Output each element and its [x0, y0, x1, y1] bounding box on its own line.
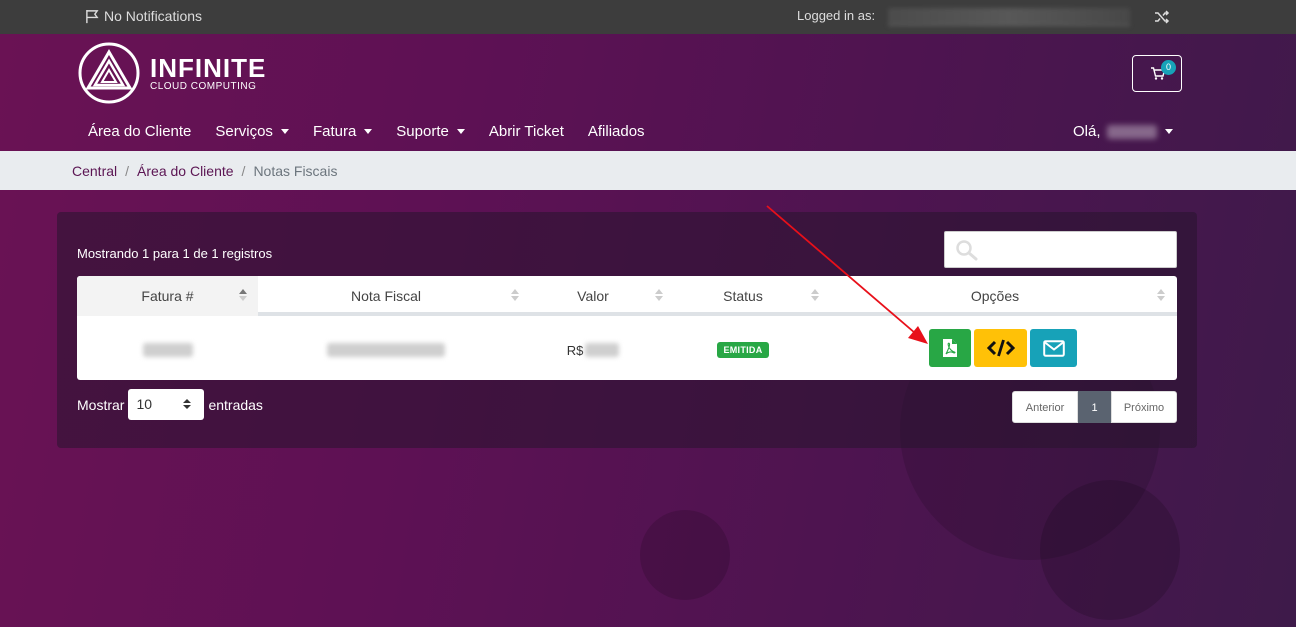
nav-item-affiliates[interactable]: Afiliados: [588, 123, 645, 140]
sort-asc-icon: [239, 289, 247, 303]
nav-item-label: Área do Cliente: [88, 123, 192, 140]
page-length-select[interactable]: 10: [128, 389, 205, 420]
pagination-next-button[interactable]: Próximo: [1111, 391, 1177, 423]
value-redacted: [585, 343, 620, 357]
logged-in-label: Logged in as:: [797, 8, 876, 23]
logged-in-user-redacted: [888, 8, 1130, 26]
nav-item-client-area[interactable]: Área do Cliente: [88, 123, 191, 140]
column-header-invoice[interactable]: Fatura #: [77, 276, 258, 316]
nav-item-label: Suporte: [396, 123, 449, 140]
brand-tagline: CLOUD COMPUTING: [150, 80, 257, 92]
search-input[interactable]: [944, 231, 1177, 268]
column-header-value[interactable]: Valor: [520, 276, 666, 316]
sort-icon: [811, 289, 819, 303]
flag-icon: [86, 9, 99, 23]
currency-prefix: R$: [566, 342, 584, 358]
file-pdf-icon: [943, 339, 957, 357]
caret-down-icon: [1164, 129, 1173, 134]
nav-item-open-ticket[interactable]: Abrir Ticket: [489, 123, 564, 140]
length-show-label: Mostrar: [77, 396, 125, 413]
nav-item-label: Fatura: [312, 123, 357, 140]
invoices-table: Fatura # Nota Fiscal Valor Status Opções: [77, 276, 1177, 380]
cell-status: EMITIDA: [672, 320, 814, 380]
cart-count-badge: 0: [1161, 60, 1176, 75]
cart-button[interactable]: 0: [1132, 55, 1182, 92]
column-header-label: Opções: [970, 288, 1020, 304]
column-header-options[interactable]: Opções: [820, 276, 1170, 316]
shuffle-icon[interactable]: [1154, 9, 1170, 25]
search-icon: [956, 240, 978, 261]
download-pdf-button[interactable]: [929, 329, 971, 367]
pagination: Anterior 1 Próximo: [1012, 391, 1177, 423]
status-badge: EMITIDA: [717, 342, 769, 358]
cell-value: R$: [520, 320, 666, 380]
page-length-control: Mostrar 10 entradas: [77, 389, 263, 420]
cell-invoice-redacted: [77, 320, 258, 380]
column-header-label: Valor: [577, 288, 609, 304]
pagination-prev-button[interactable]: Anterior: [1012, 391, 1078, 423]
table-info: Mostrando 1 para 1 de 1 registros: [77, 246, 273, 261]
user-name-redacted: [1106, 124, 1157, 139]
column-header-fiscal-note[interactable]: Nota Fiscal: [258, 276, 514, 316]
select-arrows-icon: [183, 399, 192, 409]
nav-item-services[interactable]: Serviços: [215, 123, 289, 140]
breadcrumb-separator: /: [125, 162, 130, 179]
column-header-label: Fatura #: [141, 288, 194, 304]
nav-item-label: Abrir Ticket: [488, 123, 564, 140]
length-entries-label: entradas: [208, 396, 263, 413]
column-header-label: Status: [723, 288, 763, 304]
column-header-label: Nota Fiscal: [350, 288, 422, 304]
breadcrumb: Central / Área do Cliente / Notas Fiscai…: [0, 151, 1296, 190]
pagination-page-1[interactable]: 1: [1078, 391, 1111, 423]
caret-down-icon: [456, 129, 465, 134]
nav-item-label: Serviços: [215, 123, 273, 140]
column-header-status[interactable]: Status: [672, 276, 814, 316]
background-decoration: [640, 510, 730, 600]
brand-logo[interactable]: INFINITE CLOUD COMPUTING: [78, 42, 266, 104]
notifications-link[interactable]: No Notifications: [85, 8, 202, 24]
breadcrumb-client-area[interactable]: Área do Cliente: [137, 163, 234, 179]
invoices-panel: Mostrando 1 para 1 de 1 registros Fatura…: [57, 212, 1197, 448]
caret-down-icon: [280, 129, 289, 134]
brand-name: INFINITE: [150, 52, 267, 83]
table-header: Fatura # Nota Fiscal Valor Status Opções: [77, 276, 1177, 316]
user-menu[interactable]: Olá,: [1073, 123, 1173, 140]
sort-icon: [511, 289, 519, 303]
cell-fiscal-note-redacted: [258, 320, 514, 380]
sort-icon: [1157, 289, 1165, 303]
top-bar: No Notifications Logged in as:: [0, 0, 1296, 34]
background-decoration: [1040, 480, 1180, 620]
breadcrumb-home[interactable]: Central: [72, 163, 117, 179]
user-greeting: Olá,: [1073, 123, 1101, 140]
notifications-label: No Notifications: [104, 8, 203, 24]
breadcrumb-current: Notas Fiscais: [253, 162, 338, 179]
download-xml-button[interactable]: [974, 329, 1027, 367]
nav-item-support[interactable]: Suporte: [396, 123, 465, 140]
table-row: R$ EMITIDA: [77, 320, 1177, 380]
send-email-button[interactable]: [1030, 329, 1077, 367]
caret-down-icon: [364, 129, 373, 134]
code-icon: [986, 339, 1015, 357]
sort-icon: [655, 289, 663, 303]
main-nav: Área do Cliente Serviços Fatura Suporte …: [88, 123, 669, 140]
logo-triangle-icon: [78, 42, 140, 104]
nav-item-label: Afiliados: [587, 123, 645, 140]
breadcrumb-separator: /: [241, 162, 246, 179]
envelope-icon: [1042, 339, 1065, 357]
page-length-value: 10: [136, 396, 153, 412]
nav-item-billing[interactable]: Fatura: [312, 123, 373, 140]
